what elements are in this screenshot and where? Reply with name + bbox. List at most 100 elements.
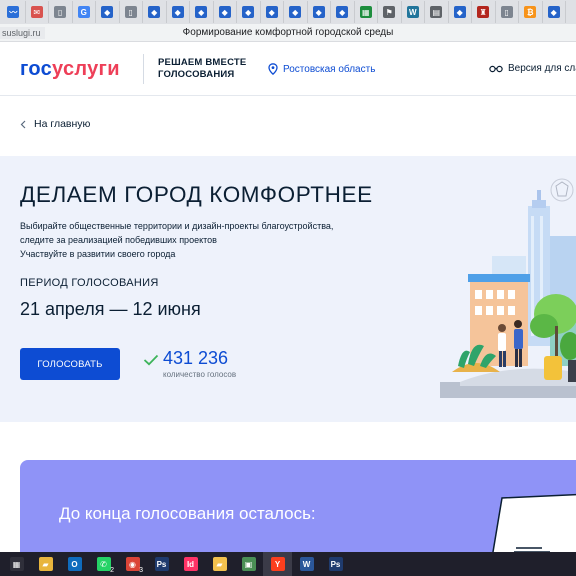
hero-description-line-2: следите за реализацией победивших проект… xyxy=(20,235,217,245)
whatsapp-icon: ✆ xyxy=(96,557,111,571)
emblem-icon: ♜ xyxy=(477,6,490,18)
page-title: Формирование комфортной городской среды xyxy=(182,27,394,38)
browser-tab[interactable]: ◆ xyxy=(190,1,214,23)
hero-description-line-1: Выбирайте общественные территории и диза… xyxy=(20,221,334,231)
back-to-home-link[interactable]: На главную xyxy=(20,118,90,130)
city-illustration xyxy=(440,178,576,398)
wordpress-icon: W xyxy=(406,6,419,18)
gosuslugi-icon: ◆ xyxy=(218,6,231,18)
notification-badge: 2 xyxy=(110,567,114,574)
taskbar-button[interactable]: ◉ 3 xyxy=(118,552,147,576)
gosuslugi-icon: ◆ xyxy=(453,6,466,18)
spreadsheet-icon: ▦ xyxy=(359,6,372,18)
file-explorer-icon: ▰ xyxy=(212,557,227,571)
taskbar-button[interactable]: O xyxy=(60,552,89,576)
gosuslugi-icon: ◆ xyxy=(195,6,208,18)
voting-period-label: ПЕРИОД ГОЛОСОВАНИЯ xyxy=(20,277,159,289)
logo-part-uslugi: услуги xyxy=(52,58,120,80)
taskbar-button[interactable]: W xyxy=(292,552,321,576)
browser-tab[interactable]: ✉ xyxy=(26,1,49,23)
doc-icon: ▯ xyxy=(54,6,67,18)
region-selector[interactable]: Ростовская область xyxy=(268,63,375,75)
browser-tab[interactable]: ▯ xyxy=(496,1,519,23)
wave-icon: 〰 xyxy=(7,6,20,18)
google-icon: G xyxy=(77,6,90,18)
browser-tab[interactable]: ₿ xyxy=(519,1,543,23)
browser-tab[interactable]: ▯ xyxy=(49,1,73,23)
browser-address-bar: suslugi.ru Формирование комфортной город… xyxy=(0,24,576,42)
browser-tab[interactable]: ▦ xyxy=(355,1,378,23)
chrome-icon: ◉ xyxy=(125,557,140,571)
votes-count: 431 236 xyxy=(163,348,229,368)
votes-count-label: количество голосов xyxy=(163,370,237,379)
taskbar-button[interactable]: Ps xyxy=(147,552,176,576)
browser-tab[interactable]: W xyxy=(402,1,425,23)
browser-tab[interactable]: ◆ xyxy=(237,1,261,23)
yandex-browser-icon: Y xyxy=(270,557,285,571)
voting-period-dates: 21 апреля — 12 июня xyxy=(20,299,201,319)
grid-icon: ▤ xyxy=(430,6,443,18)
section-tagline: РЕШАЕМ ВМЕСТЕ ГОЛОСОВАНИЯ xyxy=(158,57,246,81)
gosuslugi-icon: ◆ xyxy=(336,6,349,18)
browser-tab[interactable]: ◆ xyxy=(96,1,120,23)
indesign-icon: Id xyxy=(183,557,198,571)
windows-icon: ▦ xyxy=(9,557,24,571)
chevron-left-icon xyxy=(20,120,26,128)
countdown-title: До конца голосования осталось: xyxy=(59,504,316,523)
folder-icon: ▰ xyxy=(38,557,53,571)
browser-tab[interactable]: G xyxy=(73,1,96,23)
location-pin-icon xyxy=(268,63,278,75)
doc-icon: ▯ xyxy=(124,6,137,18)
hero-description-line-3: Участвуйте в развитии своего города xyxy=(20,249,176,259)
browser-tab[interactable]: 〰 xyxy=(2,1,26,23)
gosuslugi-icon: ◆ xyxy=(289,6,302,18)
browser-tab-strip: 〰 ✉ ▯ G ◆ ▯ ◆ ◆ ◆ ◆ ◆ ◆ ◆ ◆ ◆ ▦ ⚑ W ▤ ◆ ♜ ▯ ₿ ◆ xyxy=(0,0,576,24)
glasses-icon xyxy=(489,65,503,73)
accessibility-version-link[interactable]: Версия для слаб xyxy=(489,63,576,74)
os-taskbar: ▦ ▰ O ✆ 2 ◉ 3 Ps Id ▰ ▣ Y W Ps xyxy=(0,552,576,576)
logo-part-gos: гос xyxy=(20,58,53,80)
taskbar-button[interactable]: Y xyxy=(263,552,292,576)
browser-tab[interactable]: ◆ xyxy=(214,1,237,23)
taskbar-button[interactable]: ▰ xyxy=(205,552,234,576)
header-divider xyxy=(143,54,144,84)
taskbar-button[interactable]: ▦ xyxy=(2,552,31,576)
gosuslugi-icon: ◆ xyxy=(547,6,560,18)
browser-tab[interactable]: ♜ xyxy=(472,1,496,23)
doc-icon: ▯ xyxy=(500,6,513,18)
gosuslugi-logo[interactable]: госуслуги xyxy=(20,58,120,81)
vote-button[interactable]: ГОЛОСОВАТЬ xyxy=(20,348,120,380)
browser-tab[interactable]: ▤ xyxy=(425,1,449,23)
browser-tab[interactable]: ◆ xyxy=(261,1,284,23)
browser-tab[interactable]: ◆ xyxy=(284,1,308,23)
browser-tab[interactable]: ▯ xyxy=(120,1,143,23)
taskbar-button[interactable]: ▰ xyxy=(31,552,60,576)
region-name: Ростовская область xyxy=(283,63,376,75)
browser-tab[interactable]: ◆ xyxy=(143,1,167,23)
browser-tab[interactable]: ◆ xyxy=(543,1,566,23)
browser-tab[interactable]: ⚑ xyxy=(378,1,402,23)
taskbar-button[interactable]: ▣ xyxy=(234,552,263,576)
tagline-line-2: ГОЛОСОВАНИЯ xyxy=(158,69,235,80)
tagline-line-1: РЕШАЕМ ВМЕСТЕ xyxy=(158,57,247,68)
taskbar-button[interactable]: ✆ 2 xyxy=(89,552,118,576)
gosuslugi-icon: ◆ xyxy=(101,6,114,18)
browser-tab[interactable]: ◆ xyxy=(308,1,331,23)
gosuslugi-icon: ◆ xyxy=(171,6,184,18)
taskbar-button[interactable]: Id xyxy=(176,552,205,576)
flag-icon: ⚑ xyxy=(383,6,396,18)
outlook-icon: O xyxy=(67,557,82,571)
gosuslugi-icon: ◆ xyxy=(242,6,255,18)
photoshop-icon: Ps xyxy=(154,557,169,571)
browser-tab[interactable]: ◆ xyxy=(449,1,472,23)
hero-title: ДЕЛАЕМ ГОРОД КОМФОРТНЕЕ xyxy=(20,182,373,207)
browser-tab[interactable]: ◆ xyxy=(331,1,355,23)
taskbar-button[interactable]: Ps xyxy=(321,552,350,576)
photoshop-icon: Ps xyxy=(328,557,343,571)
coat-of-arms-emblem xyxy=(550,178,574,202)
site-header: госуслуги РЕШАЕМ ВМЕСТЕ ГОЛОСОВАНИЯ Рост… xyxy=(0,42,576,96)
hero-description: Выбирайте общественные территории и диза… xyxy=(20,219,380,261)
gosuslugi-icon: ◆ xyxy=(148,6,161,18)
bitcoin-icon: ₿ xyxy=(524,6,537,18)
browser-tab[interactable]: ◆ xyxy=(167,1,190,23)
